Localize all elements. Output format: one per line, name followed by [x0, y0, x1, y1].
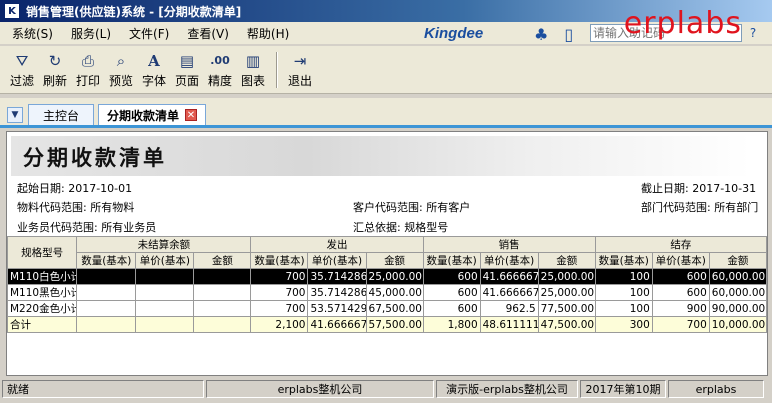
exit-icon: ⇥: [293, 52, 307, 70]
page-icon: ▤: [179, 52, 195, 70]
refresh-icon: ↻: [48, 52, 62, 70]
font-button[interactable]: A 字体: [138, 48, 170, 92]
col-amount[interactable]: 金额: [365, 252, 424, 269]
status-bar: 就绪 erplabs整机公司 演示版-erplabs整机公司 2017年第10期…: [0, 378, 772, 400]
group-sales: 销售: [422, 236, 596, 253]
col-price[interactable]: 单价(基本): [651, 252, 710, 269]
col-price[interactable]: 单价(基本): [135, 252, 195, 269]
report-banner: 分期收款清单: [11, 136, 751, 176]
chart-button[interactable]: ▥ 图表: [237, 48, 269, 92]
status-edition: 演示版-erplabs整机公司: [436, 380, 578, 398]
toolbar-separator: [276, 51, 278, 88]
col-spec[interactable]: 规格型号: [7, 236, 78, 269]
report-panel: 分期收款清单 起始日期: 2017-10-01 截止日期: 2017-10-31…: [6, 131, 768, 376]
report-title: 分期收款清单: [23, 145, 167, 170]
status-period: 2017年第10期: [580, 380, 666, 398]
user-icon[interactable]: ♣: [534, 25, 548, 44]
menu-file[interactable]: 文件(F): [129, 25, 169, 42]
window-title: 销售管理(供应链)系统 - [分期收款清单]: [26, 4, 242, 19]
phone-icon[interactable]: ▯: [564, 25, 573, 44]
tab-installment-list[interactable]: 分期收款清单 ✕: [98, 104, 206, 125]
filter-icon: ⛛: [15, 52, 29, 70]
report-table: 规格型号 未结算余额 发出 销售 结存 数量(基本) 单价(基本) 金额 数量(…: [7, 236, 767, 333]
status-company: erplabs整机公司: [206, 380, 434, 398]
material-range: 物料代码范围: 所有物料: [17, 201, 135, 214]
menu-system[interactable]: 系统(S): [12, 25, 53, 42]
salesman-range: 业务员代码范围: 所有业务员: [17, 221, 157, 234]
end-date: 截止日期: 2017-10-31: [641, 182, 757, 195]
watermark: erplabs: [623, 6, 742, 41]
group-balance: 结存: [594, 236, 767, 253]
toolbar: ⛛ 过滤 ↻ 刷新 ⎙ 打印 ⌕ 预览 A 字体 ▤ 页面 .00 精度 ▥ 图…: [0, 46, 772, 94]
table-row[interactable]: M110黑色小计 700 35.714286 45,000.00 600 41.…: [7, 284, 767, 301]
status-ready: 就绪: [2, 380, 204, 398]
table-row[interactable]: M220金色小计 700 53.571429 67,500.00 600 962…: [7, 300, 767, 317]
top-icons: ♣ ▯: [534, 25, 573, 44]
col-qty[interactable]: 数量(基本): [594, 252, 653, 269]
help-icon[interactable]: ?: [744, 24, 762, 42]
group-issued: 发出: [250, 236, 424, 253]
tab-main-console[interactable]: 主控台: [28, 104, 94, 125]
menu-service[interactable]: 服务(L): [71, 25, 111, 42]
col-qty[interactable]: 数量(基本): [76, 252, 137, 269]
tab-list-dropdown-icon[interactable]: ▼: [7, 107, 23, 123]
summary-basis: 汇总依据: 规格型号: [353, 221, 449, 234]
col-amount[interactable]: 金额: [193, 252, 252, 269]
table-row[interactable]: M110白色小计 700 35.714286 25,000.00 600 41.…: [7, 268, 767, 285]
col-qty[interactable]: 数量(基本): [422, 252, 481, 269]
start-date: 起始日期: 2017-10-01: [17, 182, 133, 195]
print-button[interactable]: ⎙ 打印: [72, 48, 104, 92]
exit-button[interactable]: ⇥ 退出: [284, 48, 316, 92]
group-unsettled: 未结算余额: [76, 236, 252, 253]
col-amount[interactable]: 金额: [708, 252, 767, 269]
close-icon[interactable]: ✕: [185, 109, 197, 121]
col-qty[interactable]: 数量(基本): [250, 252, 309, 269]
preview-icon: ⌕: [116, 52, 126, 70]
col-amount[interactable]: 金额: [537, 252, 596, 269]
precision-button[interactable]: .00 精度: [204, 48, 236, 92]
app-logo-icon: K: [4, 3, 20, 19]
print-icon: ⎙: [81, 52, 94, 70]
preview-button[interactable]: ⌕ 预览: [105, 48, 137, 92]
customer-range: 客户代码范围: 所有客户: [353, 201, 471, 214]
font-icon: A: [148, 52, 160, 70]
total-row[interactable]: 合计 2,100 41.666667 57,500.00 1,800 48.61…: [7, 316, 767, 333]
filter-button[interactable]: ⛛ 过滤: [6, 48, 38, 92]
tab-bar: ▼ 主控台 分期收款清单 ✕: [0, 98, 772, 128]
page-button[interactable]: ▤ 页面: [171, 48, 203, 92]
dept-range: 部门代码范围: 所有部门: [641, 201, 759, 214]
menu-view[interactable]: 查看(V): [187, 25, 229, 42]
col-price[interactable]: 单价(基本): [307, 252, 367, 269]
precision-icon: .00: [210, 54, 230, 67]
status-user: erplabs: [668, 380, 764, 398]
chart-icon: ▥: [245, 52, 261, 70]
col-price[interactable]: 单价(基本): [479, 252, 539, 269]
kingdee-logo: Kingdee: [424, 25, 484, 42]
refresh-button[interactable]: ↻ 刷新: [39, 48, 71, 92]
menu-help[interactable]: 帮助(H): [247, 25, 289, 42]
